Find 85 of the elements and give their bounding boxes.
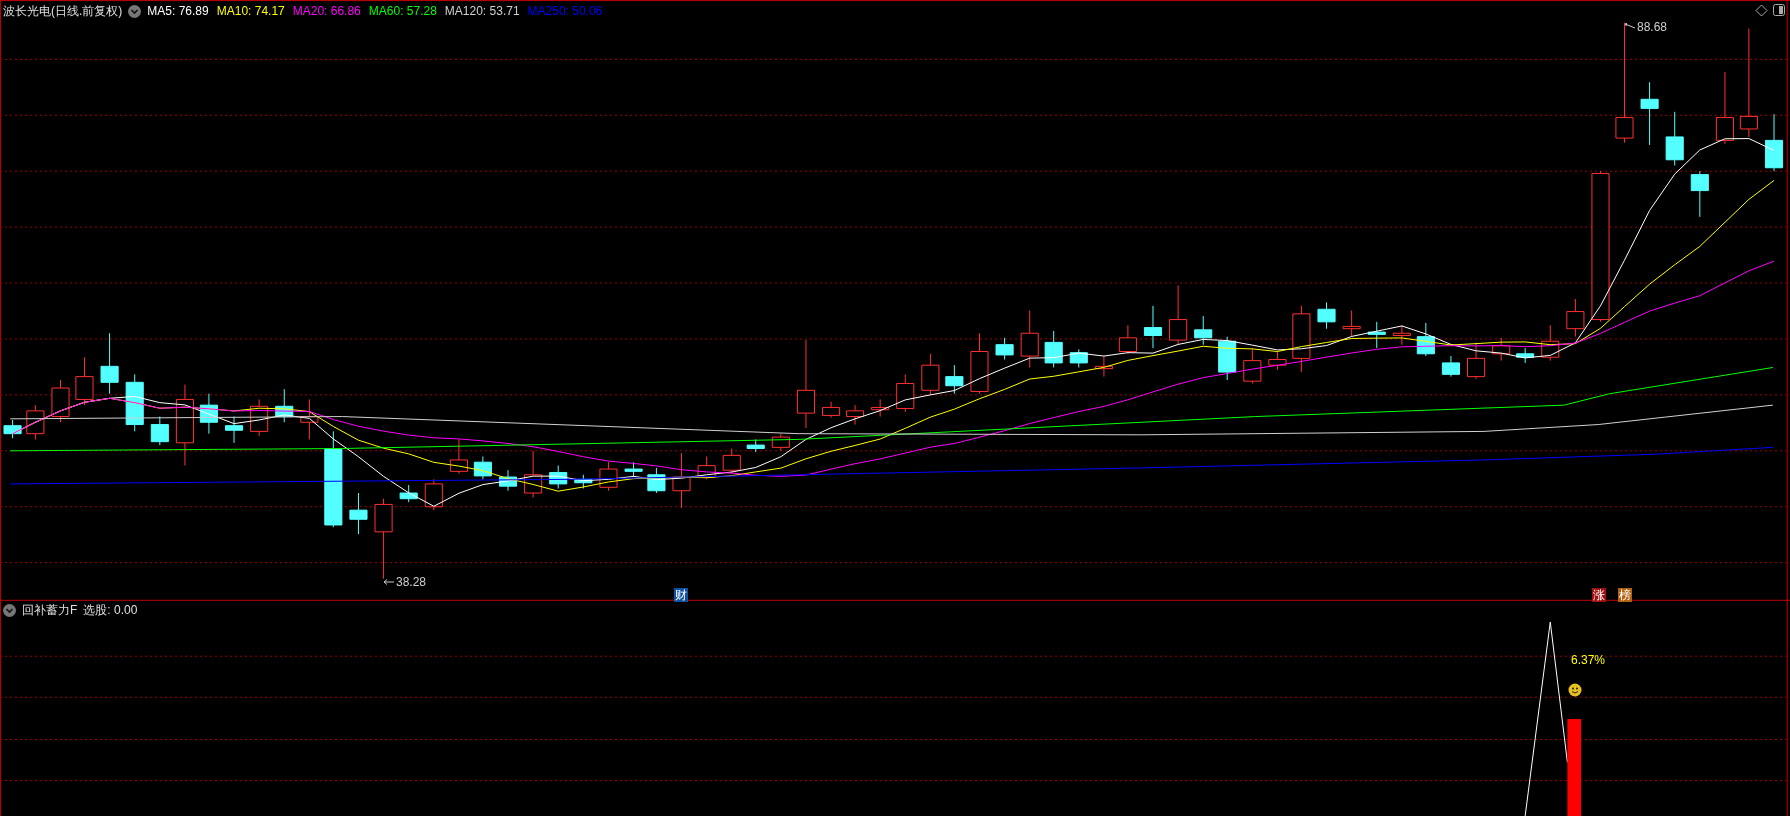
candlestick xyxy=(970,332,989,395)
moving-average-value: MA60: 57.28 xyxy=(368,3,437,20)
candlestick xyxy=(1492,337,1511,362)
candlestick xyxy=(1516,347,1535,364)
candlestick xyxy=(1342,309,1361,338)
candlestick xyxy=(746,438,765,453)
candlestick xyxy=(399,484,418,503)
candlestick xyxy=(1317,301,1336,330)
moving-average-value: MA10: 74.17 xyxy=(216,3,285,20)
candlestick xyxy=(1690,170,1709,218)
candlestick xyxy=(224,416,244,444)
candlestick xyxy=(549,465,568,489)
pointer-arrow-icon xyxy=(1624,23,1636,31)
candlestick xyxy=(697,456,716,480)
indicator-name: 回补蓄力F xyxy=(22,602,78,619)
event-badge[interactable]: 榜 xyxy=(1618,588,1632,602)
candlestick xyxy=(921,353,940,396)
candlestick xyxy=(449,438,468,475)
candlestick xyxy=(1020,309,1039,368)
moving-average-value: MA20: 66.86 xyxy=(292,3,361,20)
candlestick xyxy=(51,379,70,423)
smiley-icon xyxy=(1568,683,1582,697)
candlestick xyxy=(624,461,643,478)
candlestick xyxy=(275,388,294,423)
dropdown-icon[interactable] xyxy=(3,603,16,617)
candlestick xyxy=(524,450,543,499)
candlestick xyxy=(150,416,169,446)
moving-average-value: MA120: 53.71 xyxy=(444,3,520,20)
candlestick xyxy=(1169,284,1188,346)
candlestick xyxy=(771,433,790,452)
candlestick xyxy=(1194,315,1213,346)
candlestick xyxy=(100,332,119,395)
high-price-label: 88.68 xyxy=(1637,19,1668,36)
candlestick xyxy=(822,401,841,419)
candlestick xyxy=(1094,355,1113,378)
candlestick xyxy=(1143,305,1163,349)
candlestick xyxy=(1069,348,1088,368)
moving-average-value: MA250: 50.06 xyxy=(527,3,603,20)
signal-percent-label: 6.37% xyxy=(1571,652,1606,669)
indicator-reading: 选股: 0.00 xyxy=(83,602,138,619)
candlestick xyxy=(125,373,144,432)
candlestick xyxy=(672,452,691,509)
pointer-arrow-icon xyxy=(383,578,395,586)
candlestick xyxy=(1218,336,1237,381)
candlestick xyxy=(199,393,218,435)
candlestick xyxy=(3,419,22,439)
candlestick xyxy=(1416,322,1435,357)
candlestick xyxy=(1044,330,1063,368)
chart-title: 波长光电(日线.前复权) xyxy=(3,3,123,20)
candlestick xyxy=(1640,81,1659,146)
event-badge[interactable]: 财 xyxy=(674,588,688,602)
dropdown-icon[interactable] xyxy=(128,4,142,18)
candlestick xyxy=(26,404,45,440)
candlestick xyxy=(349,492,368,535)
moving-average-value: MA5: 76.89 xyxy=(147,3,209,20)
candlestick xyxy=(1665,111,1684,166)
candlestick xyxy=(896,373,915,413)
candlestick xyxy=(300,398,319,440)
candlestick xyxy=(75,356,94,406)
event-badge[interactable]: 涨 xyxy=(1592,588,1606,602)
candlestick xyxy=(1541,324,1560,362)
candlestick xyxy=(498,469,518,492)
panel-toggle-icon[interactable] xyxy=(1773,4,1785,16)
candlestick xyxy=(871,398,890,418)
candlestick xyxy=(473,456,492,480)
candlestick xyxy=(995,337,1014,360)
candlestick xyxy=(250,398,269,437)
diamond-icon[interactable] xyxy=(1755,4,1768,17)
candlestick xyxy=(1292,305,1311,373)
candlestick xyxy=(424,478,443,511)
low-price-label: 38.28 xyxy=(396,574,427,591)
candlestick xyxy=(1268,351,1287,371)
candlestick xyxy=(1467,341,1486,380)
candlestick xyxy=(599,461,618,492)
candlestick xyxy=(574,474,593,489)
candlestick xyxy=(945,364,964,395)
candlestick xyxy=(1566,298,1585,338)
candlestick xyxy=(647,467,666,494)
candlestick xyxy=(1441,355,1460,378)
candlestick xyxy=(1764,113,1784,172)
candlestick xyxy=(846,404,865,426)
candlestick xyxy=(1243,347,1262,384)
candlestick xyxy=(1367,321,1386,349)
candlestick xyxy=(1118,324,1137,355)
candlestick xyxy=(1392,324,1411,346)
